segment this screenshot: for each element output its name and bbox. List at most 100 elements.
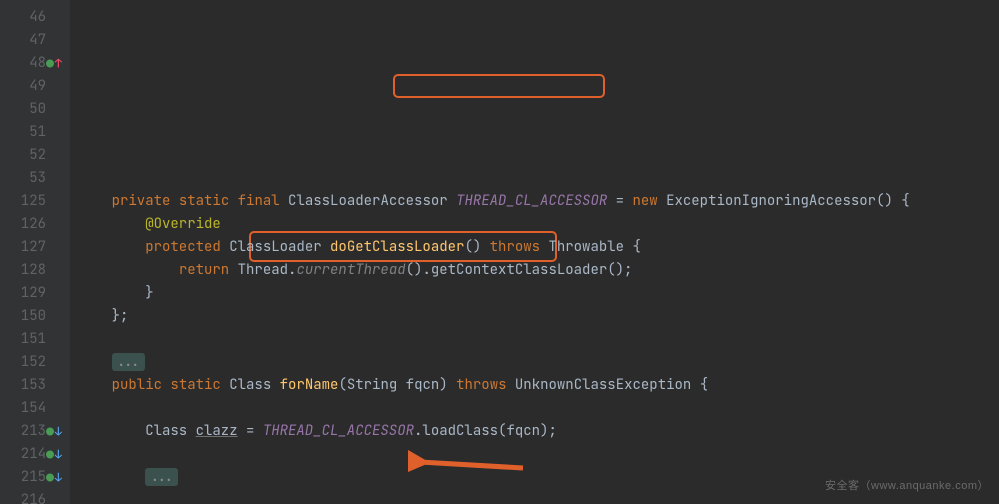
token-kw: static — [179, 192, 229, 210]
token-var: fqcn — [406, 376, 440, 394]
gutter-marker-icon[interactable]: ↓ — [46, 443, 62, 466]
gutter-line: 214↓ — [0, 443, 64, 466]
code-line[interactable]: }; — [78, 305, 999, 328]
line-number: 50 — [29, 98, 46, 121]
token-punc — [397, 376, 405, 394]
token-fade: currentThread — [296, 261, 405, 279]
gutter-line: 152 — [0, 351, 64, 374]
line-number: 47 — [29, 29, 46, 52]
line-number: 129 — [21, 282, 46, 305]
token-kw: private — [112, 192, 171, 210]
token-var: fqcn — [506, 422, 540, 440]
line-number: 48 — [29, 52, 46, 75]
token-varU: clazz — [196, 422, 238, 440]
token-punc — [271, 376, 279, 394]
line-number: 126 — [21, 213, 46, 236]
gutter-line: 53 — [0, 167, 64, 190]
line-number: 150 — [21, 305, 46, 328]
gutter-marker-icon[interactable]: ↑ — [46, 52, 62, 75]
token-punc: () { — [876, 192, 910, 210]
token-type: UnknownClassException — [515, 376, 691, 394]
token-kw: public — [112, 376, 162, 394]
token-punc — [322, 238, 330, 256]
line-number: 214 — [21, 443, 46, 466]
code-line[interactable]: @Override — [78, 213, 999, 236]
line-number: 49 — [29, 75, 46, 98]
token-punc — [507, 376, 515, 394]
line-number: 125 — [21, 190, 46, 213]
token-sfld: THREAD_CL_ACCESSOR — [456, 192, 607, 210]
token-type: Throwable — [548, 238, 624, 256]
code-line[interactable]: } — [78, 282, 999, 305]
gutter-line: 128 — [0, 259, 64, 282]
gutter-line: 216 — [0, 489, 64, 504]
code-area[interactable]: 安全客（www.anquanke.com） private static fin… — [70, 0, 999, 504]
token-call: getContextClassLoader — [431, 261, 607, 279]
token-punc — [658, 192, 666, 210]
code-line[interactable]: ... — [78, 351, 999, 374]
token-punc: = — [607, 192, 632, 210]
token-type: String — [347, 376, 397, 394]
gutter-line: 150 — [0, 305, 64, 328]
code-line[interactable] — [78, 328, 999, 351]
token-kw: final — [238, 192, 280, 210]
token-punc: { — [624, 238, 641, 256]
token-punc — [170, 192, 178, 210]
token-punc — [229, 192, 237, 210]
code-line[interactable]: ... — [78, 466, 999, 489]
token-punc — [448, 192, 456, 210]
gutter-line: 49 — [0, 75, 64, 98]
token-type: ExceptionIgnoringAccessor — [666, 192, 876, 210]
code-line[interactable]: protected ClassLoader doGetClassLoader()… — [78, 236, 999, 259]
code-line[interactable]: public static Class forName(String fqcn)… — [78, 374, 999, 397]
code-editor[interactable]: 464748↑495051525312512612712812915015115… — [0, 0, 999, 504]
token-type: ClassLoaderAccessor — [288, 192, 448, 210]
code-line[interactable]: private static final ClassLoaderAccessor… — [78, 190, 999, 213]
token-mtd: doGetClassLoader — [330, 238, 464, 256]
token-kw: static — [170, 376, 220, 394]
gutter-line: 154 — [0, 397, 64, 420]
gutter-line: 213↓ — [0, 420, 64, 443]
code-line[interactable] — [78, 443, 999, 466]
line-number: 53 — [29, 167, 46, 190]
line-number: 213 — [21, 420, 46, 443]
code-line[interactable]: return Thread.currentThread().getContext… — [78, 259, 999, 282]
line-number: 51 — [29, 121, 46, 144]
token-punc: ); — [540, 422, 557, 440]
gutter-line: 125 — [0, 190, 64, 213]
gutter-line: 129 — [0, 282, 64, 305]
line-number: 127 — [21, 236, 46, 259]
line-number: 128 — [21, 259, 46, 282]
line-number: 46 — [29, 6, 46, 29]
token-type: Class — [145, 422, 187, 440]
gutter-marker-icon[interactable]: ↓ — [46, 420, 62, 443]
gutter-line: 52 — [0, 144, 64, 167]
token-punc — [229, 261, 237, 279]
gutter-line: 48↑ — [0, 52, 64, 75]
token-punc: (); — [607, 261, 632, 279]
token-kw: new — [632, 192, 657, 210]
gutter-line: 51 — [0, 121, 64, 144]
line-number: 216 — [21, 489, 46, 504]
gutter-line: 126 — [0, 213, 64, 236]
token-kw: throws — [456, 376, 506, 394]
token-punc: } — [145, 284, 153, 302]
token-punc — [221, 238, 229, 256]
code-line[interactable] — [78, 397, 999, 420]
code-line[interactable]: Class clazz = THREAD_CL_ACCESSOR.loadCla… — [78, 420, 999, 443]
line-number: 154 — [21, 397, 46, 420]
token-kw: throws — [490, 238, 540, 256]
line-number: 215 — [21, 466, 46, 489]
code-line[interactable] — [78, 489, 999, 504]
line-number: 52 — [29, 144, 46, 167]
gutter-line: 50 — [0, 98, 64, 121]
gutter-marker-icon[interactable]: ↓ — [46, 466, 62, 489]
line-number: 151 — [21, 328, 46, 351]
token-kw: protected — [145, 238, 221, 256]
token-ann: @Override — [145, 215, 221, 233]
token-punc: ) — [439, 376, 456, 394]
gutter-line: 153 — [0, 374, 64, 397]
token-mtd: forName — [280, 376, 339, 394]
gutter-line: 127 — [0, 236, 64, 259]
gutter-line: 46 — [0, 6, 64, 29]
